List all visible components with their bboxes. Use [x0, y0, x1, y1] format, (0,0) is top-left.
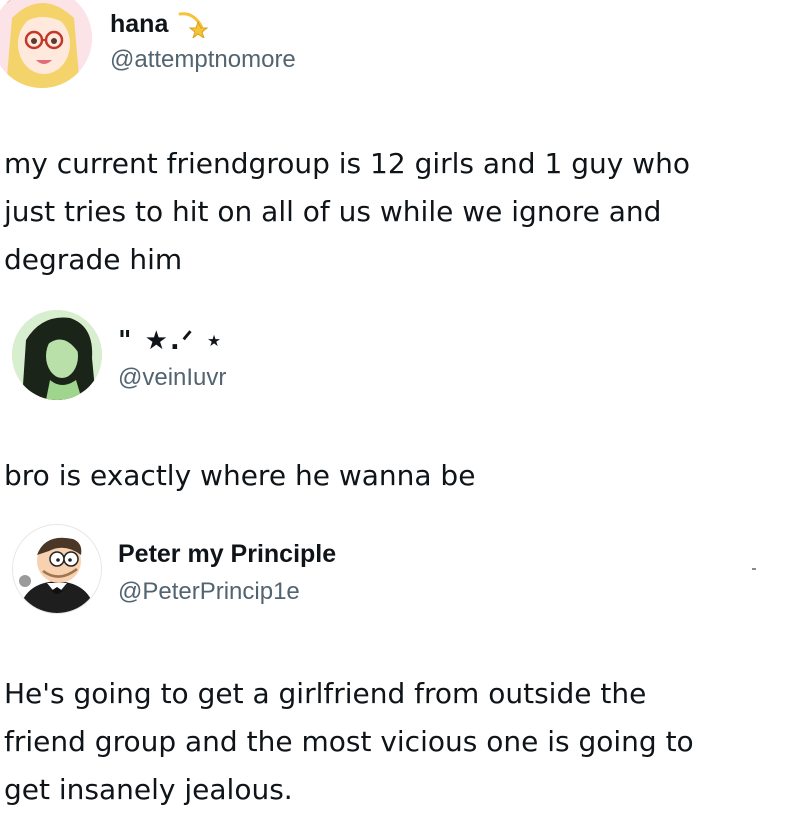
cartoon-man-tuxedo-avatar-icon	[13, 525, 101, 613]
anime-girl-glasses-avatar-icon	[0, 0, 92, 88]
post-text: bro is exactly where he wanna be	[4, 459, 476, 492]
avatar[interactable]	[12, 524, 102, 614]
avatar[interactable]	[0, 0, 92, 88]
post-text: He's going to get a girlfriend from outs…	[4, 677, 694, 806]
handle[interactable]: @PeterPrincip1e	[118, 578, 300, 606]
more-options-icon[interactable]	[752, 568, 756, 570]
green-tinted-portrait-avatar-icon	[12, 310, 102, 400]
handle[interactable]: @attemptnomore	[110, 46, 296, 74]
avatar[interactable]	[12, 310, 102, 400]
display-name[interactable]: Peter my Principle	[118, 540, 336, 569]
post-peter: Peter my Principle @PeterPrincip1e He's …	[0, 512, 798, 815]
handle[interactable]: @veinIuvr	[118, 364, 226, 392]
display-name[interactable]: " ★.ᐟ ⋆	[118, 326, 224, 356]
post-hana: hana @attemptnomore my current friendgro…	[0, 0, 798, 290]
shooting-star-emoji-icon	[176, 8, 209, 43]
display-name[interactable]: hana	[110, 10, 168, 39]
post-text: my current friendgroup is 12 girls and 1…	[4, 147, 690, 276]
post-veinluvr: " ★.ᐟ ⋆ @veinIuvr bro is exactly where h…	[0, 300, 798, 500]
